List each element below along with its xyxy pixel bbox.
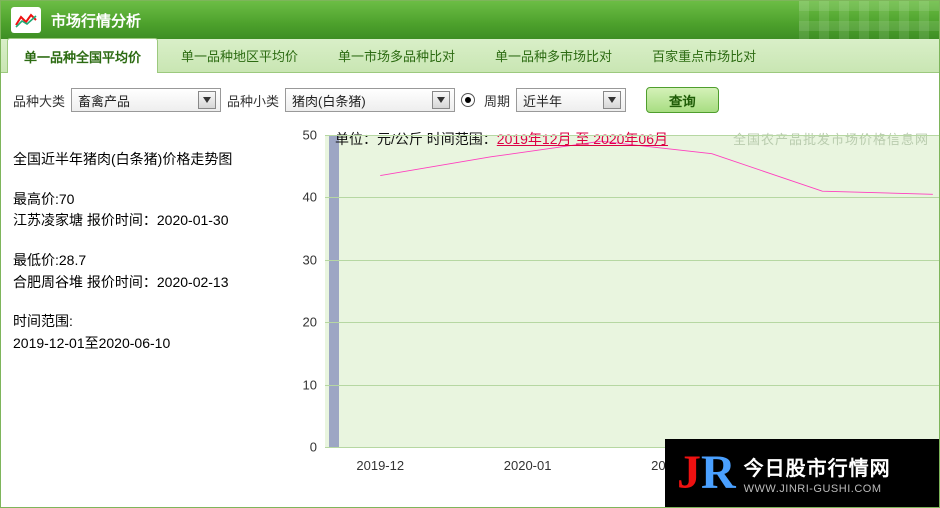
- period-label: 周期: [484, 91, 510, 110]
- tab-bar: 单一品种全国平均价单一品种地区平均价单一市场多品种比对单一品种多市场比对百家重点…: [1, 39, 939, 73]
- tab-3[interactable]: 单一品种多市场比对: [478, 37, 629, 72]
- query-button[interactable]: 查询: [646, 87, 719, 113]
- info-min-price: 最低价:28.7: [13, 250, 285, 272]
- y-tick: 50: [289, 128, 317, 143]
- y-tick: 10: [289, 377, 317, 392]
- y-tick: 20: [289, 315, 317, 330]
- period-value: 近半年: [523, 91, 562, 110]
- y-tick: 30: [289, 252, 317, 267]
- app-title: 市场行情分析: [51, 10, 141, 31]
- category-minor-select[interactable]: 猪肉(白条猪): [285, 88, 455, 112]
- chart-watermark: 全国农产品批发市场价格信息网: [733, 129, 929, 148]
- banner-url: WWW.JINRI-GUSHI.COM: [744, 483, 891, 495]
- tab-4[interactable]: 百家重点市场比对: [635, 37, 773, 72]
- info-min-source: 合肥周谷堆 报价时间：2020-02-13: [13, 272, 285, 294]
- info-range-label: 时间范围:: [13, 311, 285, 333]
- y-tick: 40: [289, 190, 317, 205]
- x-tick: 2020-01: [504, 458, 552, 473]
- info-max-source: 江苏凌家塘 报价时间：2020-01-30: [13, 210, 285, 232]
- chart: 单位：元/公斤 时间范围：2019年12月 至 2020年06月 全国农产品批发市…: [285, 127, 939, 487]
- chart-line-series: [325, 135, 939, 447]
- gridline: [325, 197, 939, 198]
- tab-0[interactable]: 单一品种全国平均价: [7, 38, 158, 73]
- y-tick: 0: [289, 440, 317, 455]
- info-panel: 全国近半年猪肉(白条猪)价格走势图 最高价:70 江苏凌家塘 报价时间：2020…: [13, 127, 285, 487]
- period-radio[interactable]: [461, 93, 475, 107]
- filter-controls: 品种大类 畜禽产品 品种小类 猪肉(白条猪) 周期 近半年 查询: [1, 73, 939, 127]
- chevron-down-icon: [198, 91, 216, 109]
- banner-logo: JR: [677, 449, 736, 497]
- category-major-value: 畜禽产品: [78, 91, 130, 110]
- info-max-price: 最高价:70: [13, 189, 285, 211]
- gridline: [325, 385, 939, 386]
- category-minor-value: 猪肉(白条猪): [292, 91, 366, 110]
- chart-inline-title: 单位：元/公斤 时间范围：2019年12月 至 2020年06月: [335, 129, 668, 149]
- x-tick: 2019-12: [356, 458, 404, 473]
- app-header: 市场行情分析: [1, 1, 939, 39]
- gridline: [325, 322, 939, 323]
- gridline: [325, 135, 939, 136]
- gridline: [325, 260, 939, 261]
- category-major-label: 品种大类: [13, 91, 65, 110]
- chart-plot-area: [325, 135, 939, 447]
- header-decoration: [799, 1, 939, 39]
- site-banner: JR 今日股市行情网 WWW.JINRI-GUSHI.COM: [665, 439, 939, 507]
- info-title: 全国近半年猪肉(白条猪)价格走势图: [13, 149, 285, 171]
- chevron-down-icon: [603, 91, 621, 109]
- category-major-select[interactable]: 畜禽产品: [71, 88, 221, 112]
- category-minor-label: 品种小类: [227, 91, 279, 110]
- info-range-value: 2019-12-01至2020-06-10: [13, 333, 285, 355]
- tab-2[interactable]: 单一市场多品种比对: [321, 37, 472, 72]
- tab-1[interactable]: 单一品种地区平均价: [164, 37, 315, 72]
- chevron-down-icon: [432, 91, 450, 109]
- banner-title: 今日股市行情网: [744, 452, 891, 481]
- app-icon: [11, 7, 41, 33]
- period-select[interactable]: 近半年: [516, 88, 626, 112]
